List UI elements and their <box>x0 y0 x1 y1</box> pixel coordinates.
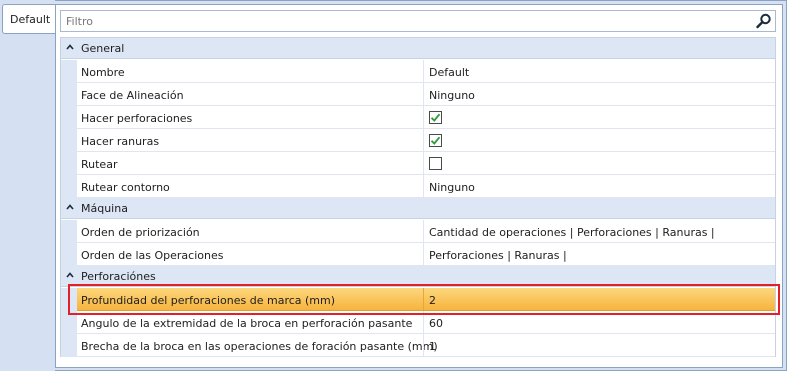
property-name: Nombre <box>81 66 125 79</box>
row-gutter <box>61 220 77 266</box>
property-value[interactable]: 60 <box>429 317 443 330</box>
row-gutter <box>61 60 77 198</box>
property-checkbox[interactable] <box>429 157 442 170</box>
chevron-up-icon[interactable] <box>65 42 75 52</box>
category-label: Máquina <box>81 202 128 215</box>
filter-input-placeholder[interactable]: Filtro <box>66 15 93 28</box>
filter-bar[interactable]: Filtro <box>60 10 776 32</box>
property-value[interactable]: Default <box>429 66 469 79</box>
column-divider[interactable] <box>423 152 424 174</box>
property-name: Rutear <box>81 158 118 171</box>
property-name: Face de Alineación <box>81 89 184 102</box>
property-row[interactable]: Rutear <box>77 152 775 175</box>
column-divider[interactable] <box>423 243 424 265</box>
property-row[interactable]: Hacer ranuras <box>77 129 775 152</box>
tab-strip: Default <box>0 0 55 371</box>
property-checkbox[interactable] <box>429 134 442 147</box>
property-name: Hacer perforaciones <box>81 112 193 125</box>
column-divider[interactable] <box>423 334 424 356</box>
property-value[interactable]: Cantidad de operaciones | Perforaciones … <box>429 226 715 239</box>
category-label: General <box>81 42 125 55</box>
property-name: Brecha de la broca en las operaciones de… <box>81 340 438 353</box>
column-divider[interactable] <box>423 220 424 242</box>
chevron-up-icon[interactable] <box>65 202 75 212</box>
search-icon[interactable] <box>755 13 773 29</box>
category-label: Perforaciónes <box>81 270 156 283</box>
property-name: Rutear contorno <box>81 181 170 194</box>
check-icon <box>430 136 441 145</box>
column-divider[interactable] <box>423 106 424 128</box>
property-value[interactable]: Ninguno <box>429 89 475 102</box>
category-header[interactable]: Máquina <box>61 198 775 219</box>
property-value[interactable]: Perforaciones | Ranuras | <box>429 249 567 262</box>
property-row[interactable]: Orden de priorización Cantidad de operaci… <box>77 220 775 243</box>
property-row[interactable]: Brecha de la broca en las operaciones de… <box>77 334 775 357</box>
property-checkbox[interactable] <box>429 111 442 124</box>
column-divider[interactable] <box>423 60 424 82</box>
column-divider[interactable] <box>423 83 424 105</box>
property-name: Hacer ranuras <box>81 135 160 148</box>
property-name: Orden de las Operaciones <box>81 249 224 262</box>
column-divider[interactable] <box>423 175 424 197</box>
property-row[interactable]: Orden de las Operaciones Perforaciones | … <box>77 243 775 266</box>
property-row[interactable]: Hacer perforaciones <box>77 106 775 129</box>
property-value[interactable]: 1 <box>429 340 436 353</box>
tab-default[interactable]: Default <box>2 4 55 34</box>
property-value[interactable]: Ninguno <box>429 181 475 194</box>
check-icon <box>430 113 441 122</box>
property-row[interactable]: Rutear contorno Ninguno <box>77 175 775 198</box>
property-name: Orden de priorización <box>81 226 200 239</box>
column-divider[interactable] <box>423 129 424 151</box>
category-header[interactable]: General <box>61 38 775 59</box>
chevron-up-icon[interactable] <box>65 270 75 280</box>
property-name: Angulo de la extremidad de la broca en p… <box>81 317 413 330</box>
property-row[interactable]: Face de Alineación Ninguno <box>77 83 775 106</box>
property-row[interactable]: Nombre Default <box>77 60 775 83</box>
annotation-highlight-box <box>68 284 780 315</box>
